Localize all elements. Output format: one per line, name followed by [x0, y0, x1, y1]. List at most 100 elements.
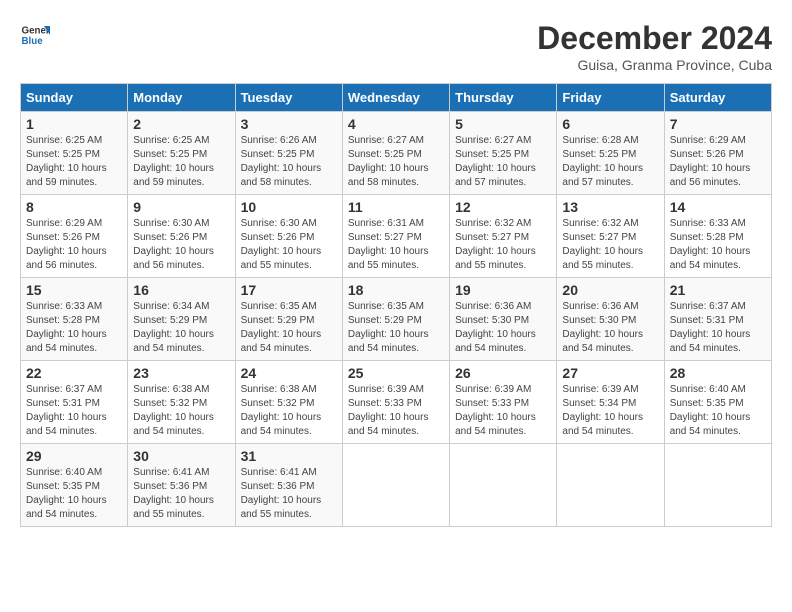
- cell-info: Sunrise: 6:33 AM Sunset: 5:28 PM Dayligh…: [26, 300, 122, 356]
- cell-info: Sunrise: 6:36 AM Sunset: 5:30 PM Dayligh…: [562, 300, 658, 356]
- calendar-cell: 12 Sunrise: 6:32 AM Sunset: 5:27 PM Dayl…: [450, 195, 557, 278]
- cell-info: Sunrise: 6:32 AM Sunset: 5:27 PM Dayligh…: [562, 217, 658, 273]
- calendar-cell: 5 Sunrise: 6:27 AM Sunset: 5:25 PM Dayli…: [450, 112, 557, 195]
- cell-info: Sunrise: 6:40 AM Sunset: 5:35 PM Dayligh…: [670, 383, 766, 439]
- calendar-cell: 4 Sunrise: 6:27 AM Sunset: 5:25 PM Dayli…: [342, 112, 449, 195]
- cell-date: 2: [133, 116, 229, 132]
- calendar-cell: 3 Sunrise: 6:26 AM Sunset: 5:25 PM Dayli…: [235, 112, 342, 195]
- calendar-week-5: 29 Sunrise: 6:40 AM Sunset: 5:35 PM Dayl…: [21, 444, 772, 527]
- cell-info: Sunrise: 6:33 AM Sunset: 5:28 PM Dayligh…: [670, 217, 766, 273]
- calendar-cell: [450, 444, 557, 527]
- cell-info: Sunrise: 6:30 AM Sunset: 5:26 PM Dayligh…: [133, 217, 229, 273]
- cell-date: 15: [26, 282, 122, 298]
- header-day-monday: Monday: [128, 84, 235, 112]
- calendar-cell: 16 Sunrise: 6:34 AM Sunset: 5:29 PM Dayl…: [128, 278, 235, 361]
- cell-info: Sunrise: 6:28 AM Sunset: 5:25 PM Dayligh…: [562, 134, 658, 190]
- cell-info: Sunrise: 6:38 AM Sunset: 5:32 PM Dayligh…: [133, 383, 229, 439]
- calendar-cell: 31 Sunrise: 6:41 AM Sunset: 5:36 PM Dayl…: [235, 444, 342, 527]
- cell-date: 6: [562, 116, 658, 132]
- cell-info: Sunrise: 6:41 AM Sunset: 5:36 PM Dayligh…: [241, 466, 337, 522]
- cell-info: Sunrise: 6:39 AM Sunset: 5:33 PM Dayligh…: [455, 383, 551, 439]
- cell-date: 23: [133, 365, 229, 381]
- logo-icon: General Blue: [20, 20, 50, 50]
- cell-date: 1: [26, 116, 122, 132]
- cell-info: Sunrise: 6:40 AM Sunset: 5:35 PM Dayligh…: [26, 466, 122, 522]
- cell-info: Sunrise: 6:27 AM Sunset: 5:25 PM Dayligh…: [455, 134, 551, 190]
- cell-date: 22: [26, 365, 122, 381]
- cell-info: Sunrise: 6:29 AM Sunset: 5:26 PM Dayligh…: [26, 217, 122, 273]
- cell-info: Sunrise: 6:37 AM Sunset: 5:31 PM Dayligh…: [670, 300, 766, 356]
- calendar-cell: 22 Sunrise: 6:37 AM Sunset: 5:31 PM Dayl…: [21, 361, 128, 444]
- calendar-cell: 15 Sunrise: 6:33 AM Sunset: 5:28 PM Dayl…: [21, 278, 128, 361]
- calendar-cell: 23 Sunrise: 6:38 AM Sunset: 5:32 PM Dayl…: [128, 361, 235, 444]
- calendar-cell: 30 Sunrise: 6:41 AM Sunset: 5:36 PM Dayl…: [128, 444, 235, 527]
- cell-info: Sunrise: 6:36 AM Sunset: 5:30 PM Dayligh…: [455, 300, 551, 356]
- cell-date: 10: [241, 199, 337, 215]
- calendar-table: SundayMondayTuesdayWednesdayThursdayFrid…: [20, 83, 772, 527]
- header-day-thursday: Thursday: [450, 84, 557, 112]
- cell-date: 11: [348, 199, 444, 215]
- header-day-friday: Friday: [557, 84, 664, 112]
- cell-date: 21: [670, 282, 766, 298]
- cell-date: 25: [348, 365, 444, 381]
- calendar-cell: 18 Sunrise: 6:35 AM Sunset: 5:29 PM Dayl…: [342, 278, 449, 361]
- title-area: December 2024 Guisa, Granma Province, Cu…: [537, 20, 772, 73]
- cell-date: 5: [455, 116, 551, 132]
- calendar-cell: 28 Sunrise: 6:40 AM Sunset: 5:35 PM Dayl…: [664, 361, 771, 444]
- cell-date: 4: [348, 116, 444, 132]
- calendar-cell: 10 Sunrise: 6:30 AM Sunset: 5:26 PM Dayl…: [235, 195, 342, 278]
- cell-info: Sunrise: 6:25 AM Sunset: 5:25 PM Dayligh…: [133, 134, 229, 190]
- cell-date: 12: [455, 199, 551, 215]
- cell-info: Sunrise: 6:29 AM Sunset: 5:26 PM Dayligh…: [670, 134, 766, 190]
- calendar-cell: 17 Sunrise: 6:35 AM Sunset: 5:29 PM Dayl…: [235, 278, 342, 361]
- cell-info: Sunrise: 6:32 AM Sunset: 5:27 PM Dayligh…: [455, 217, 551, 273]
- cell-date: 24: [241, 365, 337, 381]
- page-title: December 2024: [537, 20, 772, 57]
- calendar-cell: 11 Sunrise: 6:31 AM Sunset: 5:27 PM Dayl…: [342, 195, 449, 278]
- cell-date: 29: [26, 448, 122, 464]
- calendar-cell: 20 Sunrise: 6:36 AM Sunset: 5:30 PM Dayl…: [557, 278, 664, 361]
- calendar-cell: 29 Sunrise: 6:40 AM Sunset: 5:35 PM Dayl…: [21, 444, 128, 527]
- cell-info: Sunrise: 6:30 AM Sunset: 5:26 PM Dayligh…: [241, 217, 337, 273]
- calendar-cell: 1 Sunrise: 6:25 AM Sunset: 5:25 PM Dayli…: [21, 112, 128, 195]
- calendar-cell: 19 Sunrise: 6:36 AM Sunset: 5:30 PM Dayl…: [450, 278, 557, 361]
- calendar-cell: 2 Sunrise: 6:25 AM Sunset: 5:25 PM Dayli…: [128, 112, 235, 195]
- logo: General Blue: [20, 20, 50, 50]
- header-day-tuesday: Tuesday: [235, 84, 342, 112]
- cell-date: 18: [348, 282, 444, 298]
- page-header: General Blue December 2024 Guisa, Granma…: [20, 20, 772, 73]
- page-subtitle: Guisa, Granma Province, Cuba: [537, 57, 772, 73]
- cell-date: 27: [562, 365, 658, 381]
- calendar-cell: 27 Sunrise: 6:39 AM Sunset: 5:34 PM Dayl…: [557, 361, 664, 444]
- cell-date: 7: [670, 116, 766, 132]
- calendar-cell: 26 Sunrise: 6:39 AM Sunset: 5:33 PM Dayl…: [450, 361, 557, 444]
- cell-date: 13: [562, 199, 658, 215]
- header-day-saturday: Saturday: [664, 84, 771, 112]
- calendar-cell: 6 Sunrise: 6:28 AM Sunset: 5:25 PM Dayli…: [557, 112, 664, 195]
- cell-date: 26: [455, 365, 551, 381]
- cell-date: 14: [670, 199, 766, 215]
- cell-info: Sunrise: 6:38 AM Sunset: 5:32 PM Dayligh…: [241, 383, 337, 439]
- cell-info: Sunrise: 6:39 AM Sunset: 5:34 PM Dayligh…: [562, 383, 658, 439]
- cell-info: Sunrise: 6:25 AM Sunset: 5:25 PM Dayligh…: [26, 134, 122, 190]
- cell-info: Sunrise: 6:27 AM Sunset: 5:25 PM Dayligh…: [348, 134, 444, 190]
- calendar-cell: 21 Sunrise: 6:37 AM Sunset: 5:31 PM Dayl…: [664, 278, 771, 361]
- header-day-wednesday: Wednesday: [342, 84, 449, 112]
- calendar-cell: 9 Sunrise: 6:30 AM Sunset: 5:26 PM Dayli…: [128, 195, 235, 278]
- cell-date: 16: [133, 282, 229, 298]
- calendar-cell: [664, 444, 771, 527]
- calendar-week-3: 15 Sunrise: 6:33 AM Sunset: 5:28 PM Dayl…: [21, 278, 772, 361]
- cell-info: Sunrise: 6:39 AM Sunset: 5:33 PM Dayligh…: [348, 383, 444, 439]
- cell-info: Sunrise: 6:34 AM Sunset: 5:29 PM Dayligh…: [133, 300, 229, 356]
- cell-date: 8: [26, 199, 122, 215]
- calendar-cell: [557, 444, 664, 527]
- cell-date: 19: [455, 282, 551, 298]
- cell-date: 20: [562, 282, 658, 298]
- calendar-header-row: SundayMondayTuesdayWednesdayThursdayFrid…: [21, 84, 772, 112]
- cell-info: Sunrise: 6:31 AM Sunset: 5:27 PM Dayligh…: [348, 217, 444, 273]
- cell-info: Sunrise: 6:37 AM Sunset: 5:31 PM Dayligh…: [26, 383, 122, 439]
- calendar-cell: [342, 444, 449, 527]
- calendar-cell: 8 Sunrise: 6:29 AM Sunset: 5:26 PM Dayli…: [21, 195, 128, 278]
- calendar-cell: 25 Sunrise: 6:39 AM Sunset: 5:33 PM Dayl…: [342, 361, 449, 444]
- cell-date: 28: [670, 365, 766, 381]
